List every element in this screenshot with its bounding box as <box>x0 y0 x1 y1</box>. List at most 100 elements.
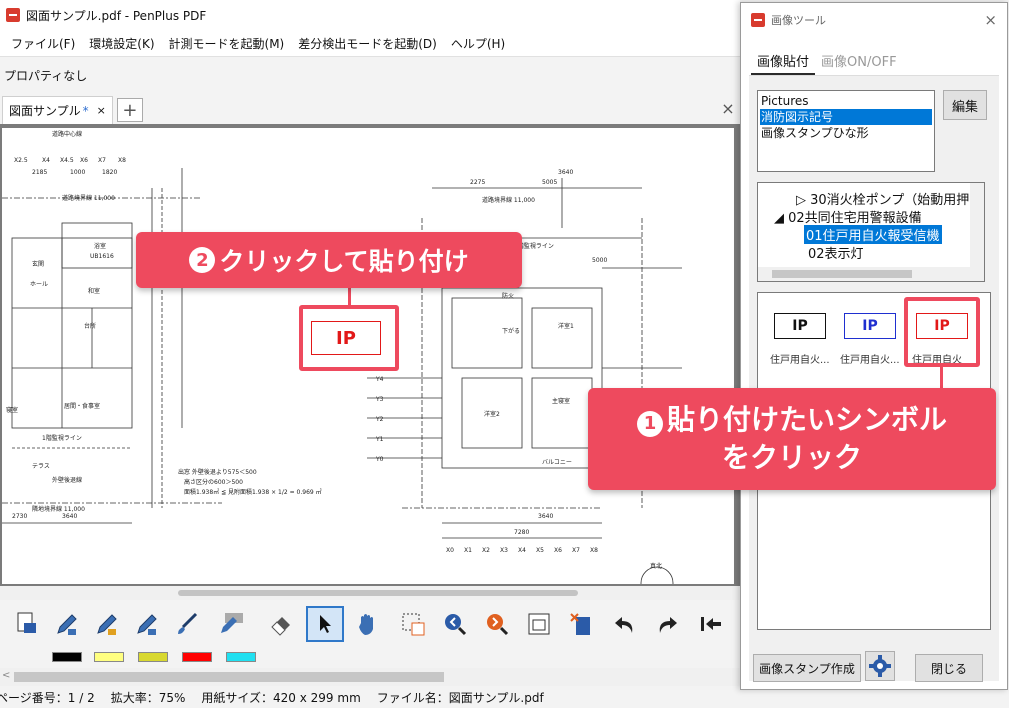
grid-x-4: X6 <box>80 157 88 164</box>
menu-diff-mode[interactable]: 差分検出モードを起動(D) <box>291 35 444 52</box>
grid-b-2: X2 <box>482 547 490 554</box>
tree-h-scrollbar[interactable] <box>758 267 972 281</box>
undo-icon[interactable] <box>610 608 640 640</box>
color-swatch-yellow-pattern[interactable] <box>138 652 168 662</box>
menu-help[interactable]: ヘルプ(H) <box>444 35 512 52</box>
label-boundary: 隣地境界線 11,000 <box>32 505 85 513</box>
dim-10: 3640 <box>62 513 77 520</box>
color-swatch-red[interactable] <box>182 652 212 662</box>
tab-document[interactable]: 図面サンプル * × <box>2 96 113 124</box>
symbol-label: 住戸用自火... <box>840 355 900 366</box>
panel-content: Pictures 消防図示記号 画像スタンプひな形 編集 ▷ 30消火栓ポンプ（… <box>749 75 999 682</box>
select-cursor-icon[interactable] <box>306 606 344 642</box>
first-page-icon[interactable] <box>696 608 726 640</box>
dim-3: 1820 <box>102 169 117 176</box>
menu-measure-mode[interactable]: 計測モードを起動(M) <box>162 35 292 52</box>
toolbar-scroll-thumb[interactable] <box>14 672 444 682</box>
list-item[interactable]: Pictures <box>760 93 932 109</box>
grid-b-7: X7 <box>572 547 580 554</box>
selected-symbol-highlight <box>904 297 980 367</box>
dim-9: 2730 <box>12 513 27 520</box>
menu-file[interactable]: ファイル(F) <box>4 35 82 52</box>
dim-8: 3640 <box>538 513 553 520</box>
step1-number: 1 <box>636 411 663 437</box>
status-paper-size: 用紙サイズ：420 x 299 mm <box>201 690 361 705</box>
tab-image-onoff[interactable]: 画像ON/OFF <box>815 51 903 75</box>
menu-settings[interactable]: 環境設定(K) <box>82 35 161 52</box>
label-north: 真北 <box>650 562 662 570</box>
save-icon[interactable] <box>12 608 42 640</box>
tree-h-scroll-thumb[interactable] <box>772 270 912 278</box>
folder-list[interactable]: Pictures 消防図示記号 画像スタンプひな形 <box>757 90 935 172</box>
grid-x-5: X7 <box>98 157 106 164</box>
pen-3-icon[interactable] <box>132 608 162 640</box>
tab-close-icon[interactable]: × <box>97 104 106 117</box>
tree-v-scrollbar[interactable] <box>970 183 984 281</box>
symbol-tree[interactable]: ▷ 30消火栓ポンプ（始動用押 ◢ 02共同住宅用警報設備 01住戸用自火報受信… <box>757 182 985 282</box>
pen-1-icon[interactable] <box>52 608 82 640</box>
eraser-icon[interactable] <box>266 608 296 640</box>
zoom-in-icon[interactable] <box>440 608 470 640</box>
step2-number: 2 <box>189 247 216 273</box>
label-ub: UB1616 <box>90 253 114 260</box>
color-swatch-cyan[interactable] <box>226 652 256 662</box>
scroll-left-icon[interactable]: < <box>2 670 10 681</box>
grid-b-6: X6 <box>554 547 562 554</box>
tree-item[interactable]: ◢ 02共同住宅用警報設備 <box>774 207 922 226</box>
redo-icon[interactable] <box>652 608 682 640</box>
grid-b-4: X4 <box>518 547 526 554</box>
dim-4: 2275 <box>470 179 485 186</box>
symbol-ip-black[interactable]: IP <box>774 313 826 339</box>
canvas-h-scroll-thumb[interactable] <box>178 590 578 596</box>
grid-b-3: X3 <box>500 547 508 554</box>
grid-b-8: X8 <box>590 547 598 554</box>
toolbar-h-scrollbar[interactable]: < <box>0 668 740 686</box>
create-stamp-button[interactable]: 画像スタンプ作成 <box>753 654 861 682</box>
tab-image-paste[interactable]: 画像貼付 <box>751 51 816 75</box>
tree-item[interactable]: ▷ 30消火栓ポンプ（始動用押 <box>796 189 969 208</box>
step2-callout: 2 クリックして貼り付け <box>136 232 522 288</box>
dim-1: 2185 <box>32 169 47 176</box>
label-room1: 洋室1 <box>558 322 574 330</box>
settings-gear-icon[interactable] <box>865 651 895 681</box>
color-swatch-light-yellow[interactable] <box>94 652 124 662</box>
cut-image-icon[interactable] <box>566 608 596 640</box>
status-zoom: 拡大率：75% <box>110 690 186 705</box>
label-road-boundary-2: 道路境界線 11,000 <box>482 196 535 204</box>
step2-text: クリックして貼り付け <box>219 247 469 276</box>
note-3: 面積1.938㎡ ≦ 見附面積1.938 × 1/2 = 0.969 ㎡ <box>184 488 322 496</box>
panel-app-icon <box>751 13 765 27</box>
list-item[interactable]: 消防図示記号 <box>760 109 932 125</box>
symbol-ip-blue[interactable]: IP <box>844 313 896 339</box>
add-tab-button[interactable]: + <box>116 98 143 122</box>
document-canvas[interactable]: 道路中心線 道路境界線 11,000 道路境界線 11,000 玄関 ホール 台… <box>0 124 740 586</box>
hand-icon[interactable] <box>352 608 382 640</box>
edit-button[interactable]: 編集 <box>943 90 987 120</box>
label-road-boundary-1: 道路境界線 11,000 <box>62 194 115 202</box>
color-swatch-black[interactable] <box>52 652 82 662</box>
panel-title: 画像ツール <box>771 14 826 27</box>
grid-x-3: X4.5 <box>60 157 74 164</box>
grid-b-5: X5 <box>536 547 544 554</box>
panel-close-icon[interactable]: × <box>984 11 997 29</box>
tab-label: 図面サンプル <box>9 104 81 118</box>
canvas-h-scrollbar[interactable] <box>0 586 740 600</box>
brush-icon[interactable] <box>172 608 202 640</box>
grid-y-3: Y2 <box>375 416 384 423</box>
zoom-out-icon[interactable] <box>482 608 512 640</box>
menu-bar: ファイル(F) 環境設定(K) 計測モードを起動(M) 差分検出モードを起動(D… <box>0 30 740 56</box>
grid-b-1: X1 <box>464 547 472 554</box>
close-all-icon[interactable]: × <box>718 96 738 120</box>
tree-item-selected[interactable]: 01住戸用自火報受信機 <box>804 225 942 244</box>
panel-close-button[interactable]: 閉じる <box>915 654 983 682</box>
crop-select-icon[interactable] <box>398 608 428 640</box>
label-setback: 外壁後退線 <box>52 476 82 484</box>
dim-6: 3640 <box>558 169 573 176</box>
label-fireproof: 防火 <box>502 292 514 300</box>
fit-page-icon[interactable] <box>524 608 554 640</box>
text-stamp-icon[interactable] <box>216 608 246 640</box>
list-item[interactable]: 画像スタンプひな形 <box>760 125 932 141</box>
label-room2: 洋室2 <box>484 410 500 418</box>
pen-2-icon[interactable] <box>92 608 122 640</box>
tree-item[interactable]: 02表示灯 <box>808 243 864 262</box>
